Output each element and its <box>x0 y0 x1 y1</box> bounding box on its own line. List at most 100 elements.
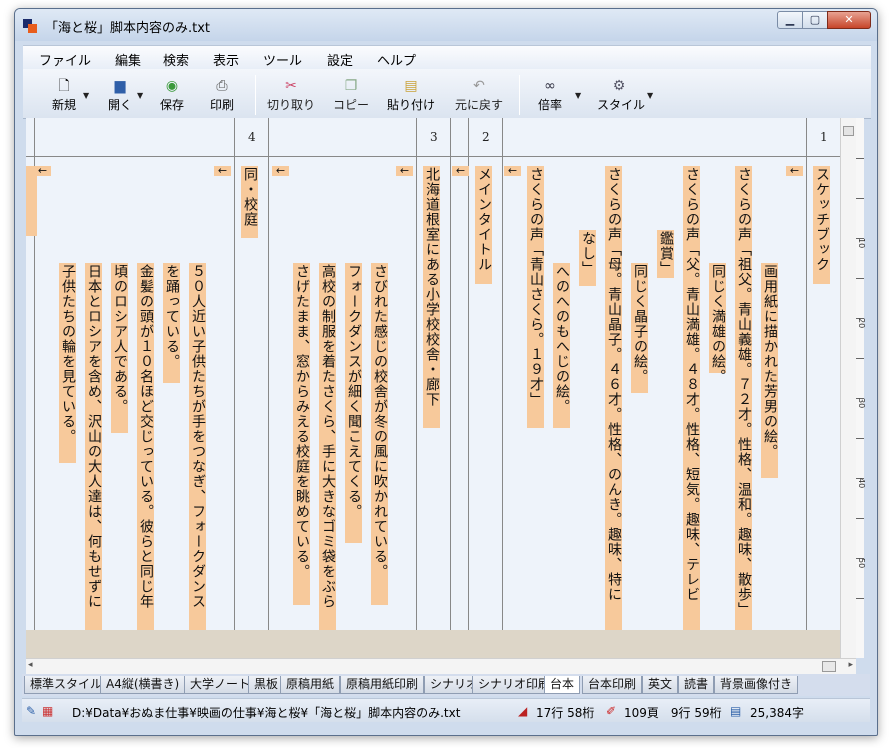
new-file-icon: 🗋 <box>58 78 70 94</box>
scroll-left-icon[interactable]: ◂ <box>28 660 33 670</box>
tab-reading[interactable]: 読書 <box>678 676 715 694</box>
line-break-mark: ← <box>34 165 51 176</box>
tab-script-print[interactable]: 台本印刷 <box>582 676 643 694</box>
minimize-button[interactable]: ▁ <box>777 11 803 29</box>
paste-button[interactable]: ▤ 貼り付け <box>387 77 435 115</box>
pen-icon: ✐ <box>606 704 617 718</box>
save-icon: ◉ <box>165 78 179 94</box>
gear-icon: ⚙ <box>612 78 626 94</box>
menu-search[interactable]: 検索 <box>163 50 189 69</box>
cursor-icon: ◢ <box>518 704 528 718</box>
undo-button[interactable]: ↶ 元に戻す <box>455 77 503 115</box>
glasses-icon: ∞ <box>544 78 556 94</box>
line-break-mark: ← <box>786 165 803 176</box>
script-line <box>26 166 37 236</box>
script-line: 鑑賞」 <box>657 230 674 278</box>
edit-icon[interactable]: ✎ <box>26 704 36 718</box>
scrollbar-thumb[interactable] <box>822 661 836 672</box>
scene-number: 4 <box>248 130 256 144</box>
vertical-scrollbar[interactable] <box>840 118 856 658</box>
tab-script[interactable]: 台本 <box>544 676 581 694</box>
style-dropdown-icon[interactable]: ▼ <box>647 91 653 100</box>
style-tab-bar: 標準スタイル A4縦(横書き) 大学ノート 黒板 原稿用紙 原稿用紙印刷 シナリ… <box>22 674 870 696</box>
open-dropdown-icon[interactable]: ▼ <box>137 91 143 100</box>
script-line: さくらの声「祖父。青山義雄。７２才。性格、温和。趣味、散歩」 <box>735 166 752 630</box>
title-bar[interactable]: 「海と桜」脚本内容のみ.txt ▁ ▢ ✕ <box>15 9 877 41</box>
line-break-mark: ← <box>214 165 231 176</box>
copy-button[interactable]: ❐ コピー <box>331 77 371 115</box>
vertical-ruler <box>856 118 864 658</box>
line-break-mark: ← <box>452 165 469 176</box>
ruler-label: 30 <box>857 398 866 409</box>
page-margin <box>26 630 840 658</box>
script-line: 同じく満雄の絵。 <box>709 263 726 384</box>
tab-manuscript[interactable]: 原稿用紙 <box>280 676 341 694</box>
script-line: 日本とロシアを含め、沢山の大人達は、何もせずに <box>85 263 102 630</box>
ruler-label: 50 <box>857 558 866 569</box>
paste-icon: ▤ <box>404 78 418 94</box>
menu-bar: ファイル 編集 検索 表示 ツール 設定 ヘルプ <box>23 45 871 69</box>
tab-notebook[interactable]: 大学ノート <box>184 676 257 694</box>
script-line: を踊っている。 <box>163 263 180 383</box>
print-button[interactable]: ⎙ 印刷 <box>207 77 237 115</box>
line-break-mark: ← <box>504 165 521 176</box>
tab-a4[interactable]: A4縦(横書き) <box>100 676 186 694</box>
document-icon[interactable]: ▦ <box>42 704 53 718</box>
menu-edit[interactable]: 編集 <box>115 50 141 69</box>
script-line: さげたまま、窓からみえる校庭を眺めている。 <box>293 263 310 605</box>
open-button[interactable]: ▆ 開く <box>105 77 135 115</box>
script-line: 子供たちの輪を見ている。 <box>59 263 76 463</box>
tab-background-image[interactable]: 背景画像付き <box>714 676 799 694</box>
script-line: 画用紙に描かれた芳男の絵。 <box>761 263 778 478</box>
tab-english[interactable]: 英文 <box>642 676 679 694</box>
menu-help[interactable]: ヘルプ <box>377 50 416 69</box>
ruler-label: 40 <box>857 478 866 489</box>
tab-standard[interactable]: 標準スタイル <box>24 676 109 694</box>
scroll-right-icon[interactable]: ▸ <box>848 660 853 670</box>
line-break-mark: ← <box>396 165 413 176</box>
char-count-icon: ▤ <box>730 704 742 718</box>
menu-view[interactable]: 表示 <box>213 50 239 69</box>
app-logo-icon <box>23 19 37 33</box>
menu-tools[interactable]: ツール <box>263 50 302 69</box>
print-icon: ⎙ <box>216 78 228 94</box>
file-path: D:¥Data¥おぬま仕事¥映画の仕事¥海と桜¥「海と桜」脚本内容のみ.txt <box>72 706 461 720</box>
cursor-position: 17行 58桁 <box>536 706 595 720</box>
save-button[interactable]: ◉ 保存 <box>155 77 189 115</box>
script-line: 頃のロシア人である。 <box>111 263 128 433</box>
script-line: さくらの声「父。青山満雄。４８才。性格、短気。趣味、テレビ <box>683 166 700 630</box>
close-button[interactable]: ✕ <box>827 11 871 29</box>
horizontal-scrollbar[interactable]: ◂ ▸ <box>26 658 856 674</box>
scene-heading: 同・校庭 <box>241 166 258 238</box>
scene-number: 1 <box>820 130 828 144</box>
cut-button[interactable]: ✂ 切り取り <box>267 77 315 115</box>
script-line: さくらの声「母。青山晶子。４６才。性格、のんき。趣味、特に <box>605 166 622 630</box>
status-bar: ✎ ▦ D:¥Data¥おぬま仕事¥映画の仕事¥海と桜¥「海と桜」脚本内容のみ.… <box>22 698 870 722</box>
scene-number: 2 <box>482 130 490 144</box>
new-button[interactable]: 🗋 新規 <box>49 77 79 115</box>
toolbar: 🗋 新規 ▼ ▆ 開く ▼ ◉ 保存 ⎙ 印刷 ✂ 切り取り ❐ コピー ▤ 貼… <box>23 69 871 119</box>
script-line: へのへのもへじの絵。 <box>553 263 570 428</box>
style-button[interactable]: ⚙ スタイル <box>597 77 645 115</box>
script-line: さびれた感じの校舎が冬の風に吹かれている。 <box>371 263 388 605</box>
document-area[interactable]: 4 3 2 1 ← スケッチブック 画用紙に描かれた芳男の絵。 さくらの声「祖父… <box>26 118 840 630</box>
tab-manuscript-print[interactable]: 原稿用紙印刷 <box>340 676 425 694</box>
scene-number: 3 <box>430 130 438 144</box>
copy-icon: ❐ <box>344 78 358 94</box>
script-line: さくらの声「青山さくら。１９才」 <box>527 166 544 428</box>
scrollbar-thumb[interactable] <box>843 126 854 136</box>
zoom-dropdown-icon[interactable]: ▼ <box>575 91 581 100</box>
tab-blackboard[interactable]: 黒板 <box>248 676 285 694</box>
ruler-label: 10 <box>857 238 866 249</box>
zoom-button[interactable]: ∞ 倍率 <box>533 77 567 115</box>
new-dropdown-icon[interactable]: ▼ <box>83 91 89 100</box>
open-folder-icon: ▆ <box>114 78 126 94</box>
script-line: なし」 <box>579 230 596 286</box>
scene-heading: メインタイトル <box>475 166 492 284</box>
ruler-label: 20 <box>857 318 866 329</box>
scissors-icon: ✂ <box>285 78 297 94</box>
maximize-button[interactable]: ▢ <box>802 11 828 29</box>
script-line: 同じく晶子の絵。 <box>631 263 648 393</box>
menu-file[interactable]: ファイル <box>39 50 91 69</box>
menu-settings[interactable]: 設定 <box>327 50 353 69</box>
